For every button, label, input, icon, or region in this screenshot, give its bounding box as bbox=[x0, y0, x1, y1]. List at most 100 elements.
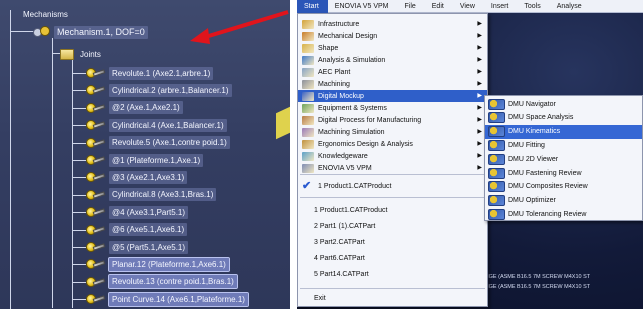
joint-icon bbox=[86, 118, 106, 132]
submenu-item-label: DMU Fitting bbox=[508, 141, 545, 149]
submenu-arrow-icon: ▶ bbox=[477, 129, 482, 135]
start-menu-item-analysis-simulation[interactable]: Analysis & Simulation ▶ bbox=[298, 54, 487, 66]
recent-file-item[interactable]: 2 Part1 (1).CATPart bbox=[298, 220, 487, 232]
menubar-item-file[interactable]: File bbox=[397, 0, 424, 13]
submenu-item-dmu-tolerancing-review[interactable]: DMU Tolerancing Review bbox=[485, 207, 642, 221]
start-menu-item-digital-mockup[interactable]: Digital Mockup ▶ bbox=[298, 90, 487, 102]
submenu-arrow-icon: ▶ bbox=[477, 165, 482, 171]
menubar-item-edit[interactable]: Edit bbox=[425, 0, 453, 13]
start-menu-item-machining-simulation[interactable]: Machining Simulation ▶ bbox=[298, 126, 487, 138]
tree-connector bbox=[72, 194, 86, 196]
start-menu-item-ergonomics-design-analysis[interactable]: Ergonomics Design & Analysis ▶ bbox=[298, 138, 487, 150]
start-menu-item-label: Infrastructure bbox=[318, 20, 360, 28]
tree-node-label: @1 (Plateforme.1,Axe.1) bbox=[109, 153, 204, 167]
submenu-arrow-icon: ▶ bbox=[477, 81, 482, 87]
tree-node-joint[interactable]: Planar.12 (Plateforme.1,Axe6.1) bbox=[86, 256, 230, 272]
start-menu-item-label: Knowledgeware bbox=[318, 152, 368, 160]
tree-connector bbox=[72, 107, 86, 109]
recent-file-item[interactable]: 5 Part14.CATPart bbox=[298, 268, 487, 280]
tree-node-joint[interactable]: Revolute.5 (Axe.1,contre poid.1) bbox=[86, 135, 230, 151]
tree-node-mechanism-1[interactable]: Mechanism.1, DOF=0 bbox=[33, 24, 148, 40]
analysis-icon bbox=[302, 55, 314, 65]
knowledgeware-icon bbox=[302, 151, 314, 161]
menubar-item-insert[interactable]: Insert bbox=[484, 0, 518, 13]
exit-menu-item[interactable]: Exit bbox=[298, 292, 487, 304]
tree-node-label: @6 (Axe5.1,Axe6.1) bbox=[109, 223, 188, 237]
submenu-item-dmu-composites-review[interactable]: DMU Composites Review bbox=[485, 180, 642, 194]
start-menu-item-infrastructure[interactable]: Infrastructure ▶ bbox=[298, 18, 487, 30]
tree-node-joint[interactable]: Cylindrical.4 (Axe.1,Balancer.1) bbox=[86, 117, 227, 133]
tree-node-label: @5 (Part5.1,Axe5.1) bbox=[109, 240, 189, 254]
enovia-icon bbox=[302, 163, 314, 173]
tree-node-joints[interactable]: Joints bbox=[60, 46, 104, 62]
joint-icon bbox=[86, 240, 106, 254]
submenu-item-dmu-fastening-review[interactable]: DMU Fastening Review bbox=[485, 166, 642, 180]
tree-node-joint[interactable]: @1 (Plateforme.1,Axe.1) bbox=[86, 152, 204, 168]
submenu-item-label: DMU Space Analysis bbox=[508, 114, 574, 122]
spec-tree-panel: Mechanisms Mechanism.1, DOF=0 Joints Rev… bbox=[0, 0, 290, 309]
tree-node-joint[interactable]: Cylindrical.2 (arbre.1,Balancer.1) bbox=[86, 82, 232, 98]
tree-node-mechanisms[interactable]: Mechanisms bbox=[20, 6, 71, 22]
tree-node-label: Revolute.13 (contre poid.1,Bras.1) bbox=[108, 274, 238, 290]
digital-mockup-icon bbox=[302, 91, 314, 101]
start-menu-item-aec-plant[interactable]: AEC Plant ▶ bbox=[298, 66, 487, 78]
tree-connector bbox=[72, 264, 86, 266]
submenu-item-dmu-fitting[interactable]: DMU Fitting bbox=[485, 138, 642, 152]
recent-file-item[interactable]: 4 Part6.CATPart bbox=[298, 252, 487, 264]
recent-file-item[interactable]: 1 Product1.CATProduct bbox=[298, 204, 487, 216]
start-menu-item-knowledgeware[interactable]: Knowledgeware ▶ bbox=[298, 150, 487, 162]
tree-connector bbox=[72, 73, 86, 74]
tree-connector bbox=[72, 125, 86, 127]
dmu-workbench-icon bbox=[488, 112, 505, 124]
recent-file-checked[interactable]: ✔ 1 Product1.CATProduct bbox=[298, 179, 487, 193]
start-menu-item-label: Equipment & Systems bbox=[318, 104, 387, 112]
mechanical-design-icon bbox=[302, 31, 314, 41]
menubar-item-analyse[interactable]: Analyse bbox=[550, 0, 591, 13]
equipment-icon bbox=[302, 103, 314, 113]
start-menu-item-label: Shape bbox=[318, 44, 339, 52]
tree-node-joint[interactable]: Revolute.13 (contre poid.1,Bras.1) bbox=[86, 274, 238, 290]
red-arrow-annotation bbox=[190, 10, 289, 44]
tree-node-joint[interactable]: @2 (Axe.1,Axe2.1) bbox=[86, 100, 183, 116]
start-menu-item-label: Digital Process for Manufacturing bbox=[318, 116, 422, 124]
start-menu-item-machining[interactable]: Machining ▶ bbox=[298, 78, 487, 90]
recent-file-label: 3 Part2.CATPart bbox=[314, 238, 365, 246]
start-menu-item-enovia-v5-vpm[interactable]: ENOVIA V5 VPM ▶ bbox=[298, 162, 487, 174]
recent-file-item[interactable]: 3 Part2.CATPart bbox=[298, 236, 487, 248]
submenu-item-dmu-navigator[interactable]: DMU Navigator bbox=[485, 97, 642, 111]
digital-mockup-submenu: DMU Navigator DMU Space Analysis DMU Kinem… bbox=[484, 95, 643, 221]
menubar-item-start[interactable]: Start bbox=[297, 0, 328, 13]
menubar-item-enovia-v5-vpm[interactable]: ENOVIA V5 VPM bbox=[328, 0, 398, 13]
submenu-item-label: DMU 2D Viewer bbox=[508, 155, 559, 163]
tree-node-joint[interactable]: @3 (Axe2.1,Axe3.1) bbox=[86, 169, 188, 185]
tree-node-joint[interactable]: Revolute.1 (Axe2.1,arbre.1) bbox=[86, 65, 214, 81]
submenu-item-label: DMU Navigator bbox=[508, 100, 556, 108]
ergonomics-icon bbox=[302, 139, 314, 149]
dmu-workbench-icon bbox=[488, 208, 505, 220]
submenu-item-dmu-kinematics[interactable]: DMU Kinematics bbox=[485, 124, 642, 139]
viewport-text-line: ANGE (ASME B16.5 7M SCREW M4X10 ST bbox=[481, 284, 591, 290]
recent-file-label: 1 Product1.CATProduct bbox=[318, 182, 392, 190]
menubar-item-view[interactable]: View bbox=[453, 0, 484, 13]
tree-node-label: Point Curve.14 (Axe6.1,Plateforme.1) bbox=[108, 291, 249, 307]
submenu-item-dmu-optimizer[interactable]: DMU Optimizer bbox=[485, 194, 642, 208]
start-menu-item-equipment-systems[interactable]: Equipment & Systems ▶ bbox=[298, 102, 487, 114]
tree-node-joint[interactable]: @5 (Part5.1,Axe5.1) bbox=[86, 239, 189, 255]
start-menu-item-shape[interactable]: Shape ▶ bbox=[298, 42, 487, 54]
tree-node-joint[interactable]: @6 (Axe5.1,Axe6.1) bbox=[86, 222, 188, 238]
joint-icon bbox=[86, 101, 106, 115]
start-menu-item-mechanical-design[interactable]: Mechanical Design ▶ bbox=[298, 30, 487, 42]
submenu-item-dmu-space-analysis[interactable]: DMU Space Analysis bbox=[485, 111, 642, 125]
start-menu-item-label: Mechanical Design bbox=[318, 32, 378, 40]
menubar-item-tools[interactable]: Tools bbox=[517, 0, 549, 13]
start-menu-item-digital-process-for-manufacturing[interactable]: Digital Process for Manufacturing ▶ bbox=[298, 114, 487, 126]
dmu-workbench-icon bbox=[488, 195, 505, 207]
tree-node-label: Revolute.5 (Axe.1,contre poid.1) bbox=[109, 136, 230, 150]
tree-node-joint[interactable]: Point Curve.14 (Axe6.1,Plateforme.1) bbox=[86, 291, 249, 307]
tree-connector bbox=[10, 10, 11, 309]
tree-node-joint[interactable]: Cylindrical.8 (Axe3.1,Bras.1) bbox=[86, 187, 217, 203]
mechanism-icon bbox=[33, 25, 51, 39]
tree-node-joint[interactable]: @4 (Axe3.1,Part5.1) bbox=[86, 204, 189, 220]
recent-file-label: 2 Part1 (1).CATPart bbox=[314, 222, 376, 230]
submenu-item-dmu-2d-viewer[interactable]: DMU 2D Viewer bbox=[485, 152, 642, 166]
